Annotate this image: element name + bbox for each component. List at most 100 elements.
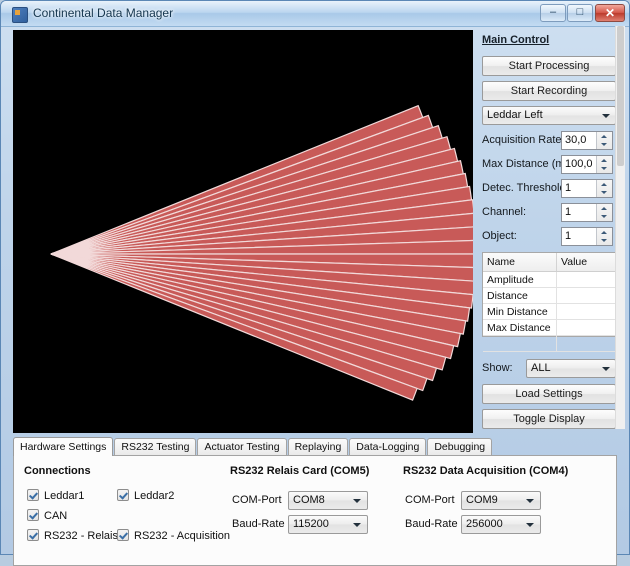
detection-threshold-label: Detec. Threshold: bbox=[482, 182, 569, 194]
checkbox-leddar2[interactable]: Leddar2 bbox=[117, 489, 174, 502]
tab-label: Hardware Settings bbox=[20, 441, 107, 453]
checkbox-rs232-acquisition[interactable]: RS232 - Acquisition bbox=[117, 529, 230, 542]
checkbox-checked-icon bbox=[27, 489, 39, 501]
checkbox-checked-icon bbox=[27, 529, 39, 541]
show-filter-value: ALL bbox=[531, 362, 551, 374]
checkbox-leddar1-label: Leddar1 bbox=[44, 490, 85, 502]
acquisition-rate-stepper[interactable]: 30,0 bbox=[561, 131, 613, 150]
close-button[interactable]: ✕ bbox=[595, 4, 625, 22]
main-control-header: Main Control bbox=[482, 34, 550, 46]
data-acquisition-header: RS232 Data Acquisition (COM4) bbox=[403, 465, 569, 477]
application-window: Continental Data Manager – □ ✕ Main Cont… bbox=[0, 0, 630, 566]
relais-com-port-combo[interactable]: COM8 bbox=[288, 491, 368, 510]
grid-cell-value bbox=[556, 271, 615, 288]
vertical-scrollbar[interactable] bbox=[615, 26, 625, 429]
tab-label: Data-Logging bbox=[356, 441, 420, 453]
relais-baud-rate-combo[interactable]: 115200 bbox=[288, 515, 368, 534]
grid-column-value[interactable]: Value bbox=[556, 253, 615, 272]
acquisition-baud-rate-value: 256000 bbox=[466, 518, 503, 530]
max-distance-label: Max Distance (m): bbox=[482, 158, 572, 170]
grid-cell-name bbox=[483, 335, 557, 352]
close-icon: ✕ bbox=[604, 6, 616, 20]
title-bar[interactable]: Continental Data Manager – □ ✕ bbox=[1, 1, 629, 27]
load-settings-button[interactable]: Load Settings bbox=[482, 384, 616, 404]
chevron-down-icon bbox=[602, 367, 610, 371]
table-row[interactable]: Distance bbox=[483, 287, 615, 304]
object-value: 1 bbox=[565, 230, 572, 242]
grid-column-name[interactable]: Name bbox=[483, 253, 557, 272]
bottom-tab-control: Hardware Settings RS232 Testing Actuator T… bbox=[13, 437, 617, 566]
table-row[interactable]: Min Distance bbox=[483, 303, 615, 320]
show-filter-combo[interactable]: ALL bbox=[526, 359, 616, 378]
tab-label: RS232 Testing bbox=[121, 441, 190, 453]
minimize-icon: – bbox=[549, 6, 557, 18]
table-row[interactable]: Max Distance bbox=[483, 319, 615, 336]
max-distance-stepper[interactable]: 100,0 bbox=[561, 155, 613, 174]
max-distance-value: 100,0 bbox=[565, 158, 593, 170]
checkbox-leddar1[interactable]: Leddar1 bbox=[27, 489, 84, 502]
maximize-icon: □ bbox=[576, 6, 584, 18]
maximize-button[interactable]: □ bbox=[567, 4, 593, 22]
connections-header: Connections bbox=[24, 465, 91, 477]
max-distance-spin-buttons[interactable] bbox=[596, 156, 612, 173]
toggle-display-button[interactable]: Toggle Display bbox=[482, 409, 616, 429]
show-label: Show: bbox=[482, 362, 513, 374]
table-row[interactable] bbox=[483, 335, 615, 352]
grid-cell-name: Distance bbox=[483, 287, 557, 304]
grid-cell-value bbox=[556, 287, 615, 304]
scrollbar-thumb[interactable] bbox=[617, 26, 624, 166]
checkbox-rs232-relais[interactable]: RS232 - Relais bbox=[27, 529, 118, 542]
tab-data-logging[interactable]: Data-Logging bbox=[349, 438, 427, 455]
tab-actuator-testing[interactable]: Actuator Testing bbox=[197, 438, 287, 455]
relais-baud-rate-value: 115200 bbox=[293, 518, 329, 530]
acquisition-rate-label: Acquisition Rate: bbox=[482, 134, 565, 146]
acquisition-rate-spin-buttons[interactable] bbox=[596, 132, 612, 149]
grid-cell-value bbox=[556, 303, 615, 320]
channel-stepper[interactable]: 1 bbox=[561, 203, 613, 222]
checkbox-can-label: CAN bbox=[44, 510, 68, 522]
object-label: Object: bbox=[482, 230, 517, 242]
object-spin-buttons[interactable] bbox=[596, 228, 612, 245]
detection-threshold-stepper[interactable]: 1 bbox=[561, 179, 613, 198]
grid-header-row: Name Value bbox=[483, 253, 615, 272]
minimize-button[interactable]: – bbox=[540, 4, 566, 22]
channel-value: 1 bbox=[565, 206, 572, 218]
hardware-settings-page: Connections Leddar1 Leddar2 CAN RS232 - … bbox=[13, 455, 617, 566]
chevron-down-icon bbox=[353, 523, 361, 527]
device-select-combo[interactable]: Leddar Left bbox=[482, 106, 616, 125]
leddar-fan-display[interactable] bbox=[13, 30, 473, 433]
table-row[interactable]: Amplitude bbox=[483, 271, 615, 288]
acquisition-com-port-label: COM-Port bbox=[405, 494, 455, 506]
measurement-grid[interactable]: Name Value Amplitude Distance Min Distance… bbox=[482, 252, 616, 352]
checkbox-checked-icon bbox=[117, 529, 129, 541]
checkbox-can[interactable]: CAN bbox=[27, 509, 67, 522]
checkbox-checked-icon bbox=[117, 489, 129, 501]
relais-com-port-label: COM-Port bbox=[232, 494, 282, 506]
object-stepper[interactable]: 1 bbox=[561, 227, 613, 246]
chevron-down-icon bbox=[353, 499, 361, 503]
channel-label: Channel: bbox=[482, 206, 527, 218]
start-processing-button[interactable]: Start Processing bbox=[482, 56, 616, 76]
checkbox-checked-icon bbox=[27, 509, 39, 521]
detection-threshold-spin-buttons[interactable] bbox=[596, 180, 612, 197]
tab-rs232-testing[interactable]: RS232 Testing bbox=[114, 438, 197, 455]
device-select-value: Leddar Left bbox=[487, 109, 543, 121]
tab-strip: Hardware Settings RS232 Testing Actuator T… bbox=[13, 437, 493, 456]
relais-card-header: RS232 Relais Card (COM5) bbox=[230, 465, 370, 477]
relais-baud-rate-label: Baud-Rate bbox=[232, 518, 285, 530]
acquisition-com-port-combo[interactable]: COM9 bbox=[461, 491, 541, 510]
start-recording-button[interactable]: Start Recording bbox=[482, 81, 616, 101]
grid-cell-name: Max Distance bbox=[483, 319, 557, 336]
channel-spin-buttons[interactable] bbox=[596, 204, 612, 221]
chevron-down-icon bbox=[526, 499, 534, 503]
chevron-down-icon bbox=[602, 114, 610, 118]
tab-debugging[interactable]: Debugging bbox=[427, 438, 493, 455]
acquisition-baud-rate-label: Baud-Rate bbox=[405, 518, 458, 530]
chevron-down-icon bbox=[526, 523, 534, 527]
tab-hardware-settings[interactable]: Hardware Settings bbox=[13, 437, 114, 456]
acquisition-baud-rate-combo[interactable]: 256000 bbox=[461, 515, 541, 534]
tab-replaying[interactable]: Replaying bbox=[287, 438, 349, 455]
grid-cell-value bbox=[556, 335, 615, 352]
checkbox-rs232-relais-label: RS232 - Relais bbox=[44, 530, 118, 542]
window-client-area: Main Control Start Processing Start Reco… bbox=[5, 26, 625, 566]
